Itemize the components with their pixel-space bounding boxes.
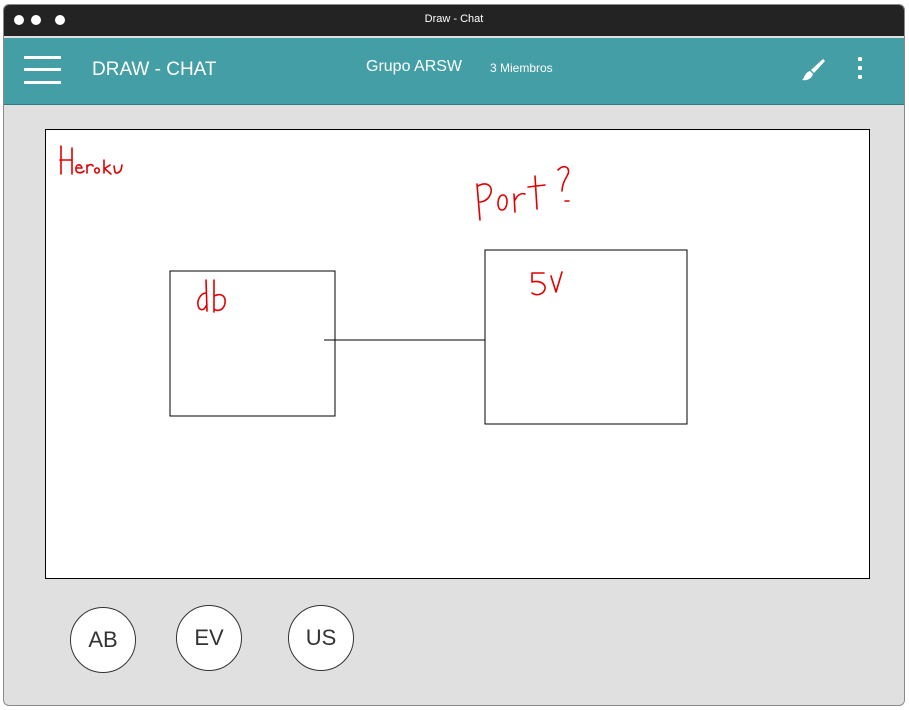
handwriting-db (197, 279, 226, 313)
canvas-drawing (59, 145, 688, 425)
member-avatar-ev[interactable]: EV (176, 605, 242, 671)
member-avatar-ab[interactable]: AB (70, 607, 136, 673)
member-count: 3 Miembros (490, 61, 553, 75)
server-box (484, 249, 688, 425)
window-titlebar: Draw - Chat (4, 5, 904, 36)
menu-icon[interactable] (24, 56, 62, 86)
drawing-canvas[interactable] (45, 129, 870, 579)
app-window: Draw - Chat DRAW - CHAT Grupo ARSW 3 Mie… (3, 4, 905, 706)
member-avatar-us[interactable]: US (288, 605, 354, 671)
handwriting-port (476, 165, 570, 221)
db-box (169, 270, 336, 417)
app-bar: DRAW - CHAT Grupo ARSW 3 Miembros (4, 38, 904, 105)
group-name: Grupo ARSW (366, 58, 463, 75)
app-name: DRAW - CHAT (92, 59, 217, 80)
brush-icon[interactable] (799, 56, 827, 84)
handwriting-sv (531, 271, 563, 296)
window-title: Draw - Chat (424, 13, 484, 25)
handwriting-heroku (59, 145, 123, 175)
more-vert-icon[interactable] (854, 57, 866, 81)
